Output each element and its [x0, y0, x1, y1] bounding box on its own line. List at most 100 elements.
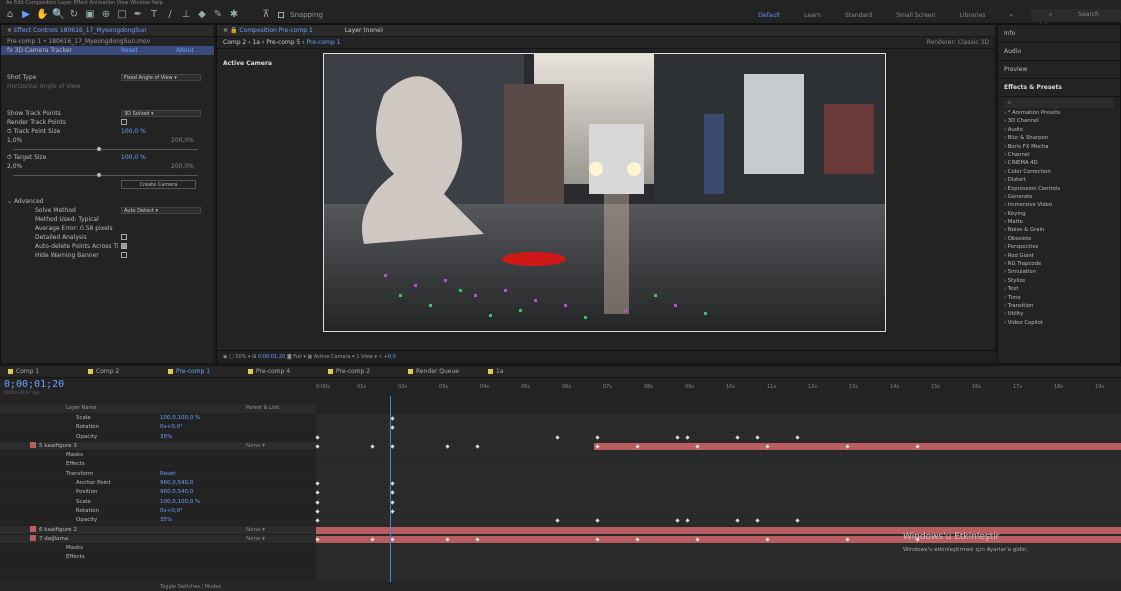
close-icon[interactable]: × — [7, 27, 14, 34]
workspace-learn[interactable]: Learn — [792, 12, 833, 19]
keyframe-icon[interactable] — [390, 444, 395, 449]
advanced-row[interactable]: ⌄ Advanced — [1, 197, 214, 206]
property-value[interactable]: 35% — [160, 433, 172, 442]
keyframe-icon[interactable] — [390, 490, 395, 495]
layer-duration-bar[interactable] — [316, 535, 1121, 543]
timeline-tracks[interactable] — [315, 414, 1121, 582]
property-row[interactable]: Opacity 35% — [0, 516, 316, 526]
timeline-timecode[interactable]: 0;00;01;20 — [4, 379, 64, 390]
effect-header[interactable]: fx 3D Camera Tracker Reset About — [1, 46, 214, 55]
keyframe-icon[interactable] — [795, 518, 800, 523]
property-value[interactable]: 0x+0,0° — [160, 423, 183, 432]
effect-category[interactable]: › Color Correction — [998, 168, 1120, 176]
effect-category[interactable]: › Distort — [998, 176, 1120, 184]
show-track-points-select[interactable]: 3D Solved ▾ — [121, 110, 201, 117]
detailed-analysis-checkbox[interactable] — [121, 234, 127, 240]
keyframe-icon[interactable] — [595, 434, 600, 440]
workspace-default[interactable]: Default — [746, 12, 792, 19]
property-value[interactable]: 0x+0,0° — [160, 507, 183, 516]
effect-category[interactable]: › Simulation — [998, 268, 1120, 276]
keyframe-icon[interactable] — [685, 518, 690, 523]
effect-category[interactable]: › Stylize — [998, 277, 1120, 285]
track-row[interactable] — [315, 535, 1121, 545]
effect-category[interactable]: › Time — [998, 294, 1120, 302]
keyframe-icon[interactable] — [315, 518, 320, 523]
crumb-precomp1[interactable]: Pre-comp 1 — [306, 39, 340, 46]
effect-category[interactable]: › * Animation Presets — [998, 109, 1120, 117]
keyframe-icon[interactable] — [390, 416, 395, 421]
home-icon[interactable]: ⌂ — [4, 9, 16, 21]
property-row[interactable]: Anchor Point 960,0,540,0 — [0, 479, 316, 489]
effect-category[interactable]: › Expression Controls — [998, 185, 1120, 193]
composition-viewer[interactable] — [323, 53, 886, 332]
preview-panel[interactable]: Preview — [998, 61, 1120, 79]
label-color-icon[interactable] — [30, 526, 36, 533]
keyframe-icon[interactable] — [795, 434, 800, 440]
hand-tool-icon[interactable]: ✋ — [36, 9, 48, 21]
keyframe-icon[interactable] — [675, 518, 680, 523]
resolution-select[interactable]: Full — [293, 354, 302, 360]
keyframe-icon[interactable] — [315, 434, 320, 440]
shot-type-select[interactable]: Fixed Angle of View ▾ — [121, 74, 201, 81]
snapping-checkbox[interactable] — [278, 11, 284, 18]
close-icon[interactable]: × — [223, 27, 230, 34]
property-value[interactable]: 960,0,540,0 — [160, 479, 193, 488]
keyframe-icon[interactable] — [735, 518, 740, 523]
view-select[interactable]: 1 View — [356, 354, 373, 360]
effect-category[interactable]: › Text — [998, 285, 1120, 293]
property-row[interactable]: Effects — [0, 460, 316, 470]
align-icon[interactable]: ⊼ — [260, 9, 272, 21]
parent-select[interactable]: None ▾ — [246, 535, 265, 544]
effect-category[interactable]: › 3D Channel — [998, 117, 1120, 125]
track-point-size-slider[interactable] — [13, 147, 198, 151]
brush-tool-icon[interactable]: / — [164, 9, 176, 21]
keyframe-icon[interactable] — [685, 434, 690, 440]
camera-select[interactable]: Active Camera — [314, 354, 351, 360]
effect-category[interactable]: › Audio — [998, 126, 1120, 134]
search-help-input[interactable]: ⌕ Search Help — [1031, 9, 1121, 30]
property-row[interactable]: Masks — [0, 544, 316, 554]
playhead[interactable] — [390, 396, 391, 582]
effect-category[interactable]: › Boris FX Mocha — [998, 143, 1120, 151]
effect-category[interactable]: › Matte — [998, 218, 1120, 226]
auto-delete-checkbox[interactable] — [121, 243, 127, 249]
type-tool-icon[interactable]: T — [148, 9, 160, 21]
rectangle-tool-icon[interactable]: □ — [116, 9, 128, 21]
keyframe-icon[interactable] — [755, 518, 760, 523]
effect-category[interactable]: › RG Trapcode — [998, 260, 1120, 268]
keyframe-icon[interactable] — [675, 434, 680, 440]
keyframe-icon[interactable] — [735, 434, 740, 440]
keyframe-icon[interactable] — [315, 509, 320, 514]
label-color-icon[interactable] — [30, 442, 36, 449]
track-row[interactable] — [316, 423, 1121, 433]
reset-link[interactable]: Reset — [121, 46, 138, 55]
effect-category[interactable]: › Perspective — [998, 243, 1120, 251]
camera-tool-icon[interactable]: ▣ — [84, 9, 96, 21]
track-row[interactable] — [316, 470, 1121, 480]
effect-category[interactable]: › Generate — [998, 193, 1120, 201]
comp-timecode[interactable]: 0;00;01;20 — [258, 354, 285, 360]
label-color-icon[interactable] — [30, 535, 36, 542]
effect-category[interactable]: › Obsolete — [998, 235, 1120, 243]
property-value[interactable]: 100,0,100,0 % — [160, 498, 200, 507]
keyframe-icon[interactable] — [475, 444, 480, 449]
track-row[interactable] — [315, 433, 1121, 442]
track-row[interactable] — [315, 488, 1121, 498]
keyframe-icon[interactable] — [370, 444, 375, 449]
time-ruler[interactable]: 0:00s 01s 02s 03s 04s 05s 06s 07s 08s 09s 10s 11s 12… — [316, 384, 1121, 396]
keyframe-icon[interactable] — [555, 518, 560, 523]
stamp-tool-icon[interactable]: ⊥ — [180, 9, 192, 21]
property-row[interactable]: Position 960,0,540,0 — [0, 488, 316, 498]
info-panel[interactable]: Info — [998, 25, 1120, 43]
parent-select[interactable]: None ▾ — [246, 526, 265, 535]
effect-category[interactable]: › Blur & Sharpen — [998, 134, 1120, 142]
timeline-tab[interactable]: 1a — [480, 366, 560, 377]
track-row[interactable] — [316, 451, 1121, 461]
keyframe-icon[interactable] — [315, 500, 320, 505]
property-row[interactable]: Rotation 0x+0,0° — [0, 507, 316, 517]
effect-category[interactable]: › Red Giant — [998, 252, 1120, 260]
effect-category[interactable]: › Noise & Grain — [998, 226, 1120, 234]
zoom-select[interactable]: 50% — [235, 354, 246, 360]
target-size-value[interactable]: 100,0 % — [121, 153, 146, 162]
effects-search-input[interactable]: ⌕ — [1004, 98, 1114, 108]
